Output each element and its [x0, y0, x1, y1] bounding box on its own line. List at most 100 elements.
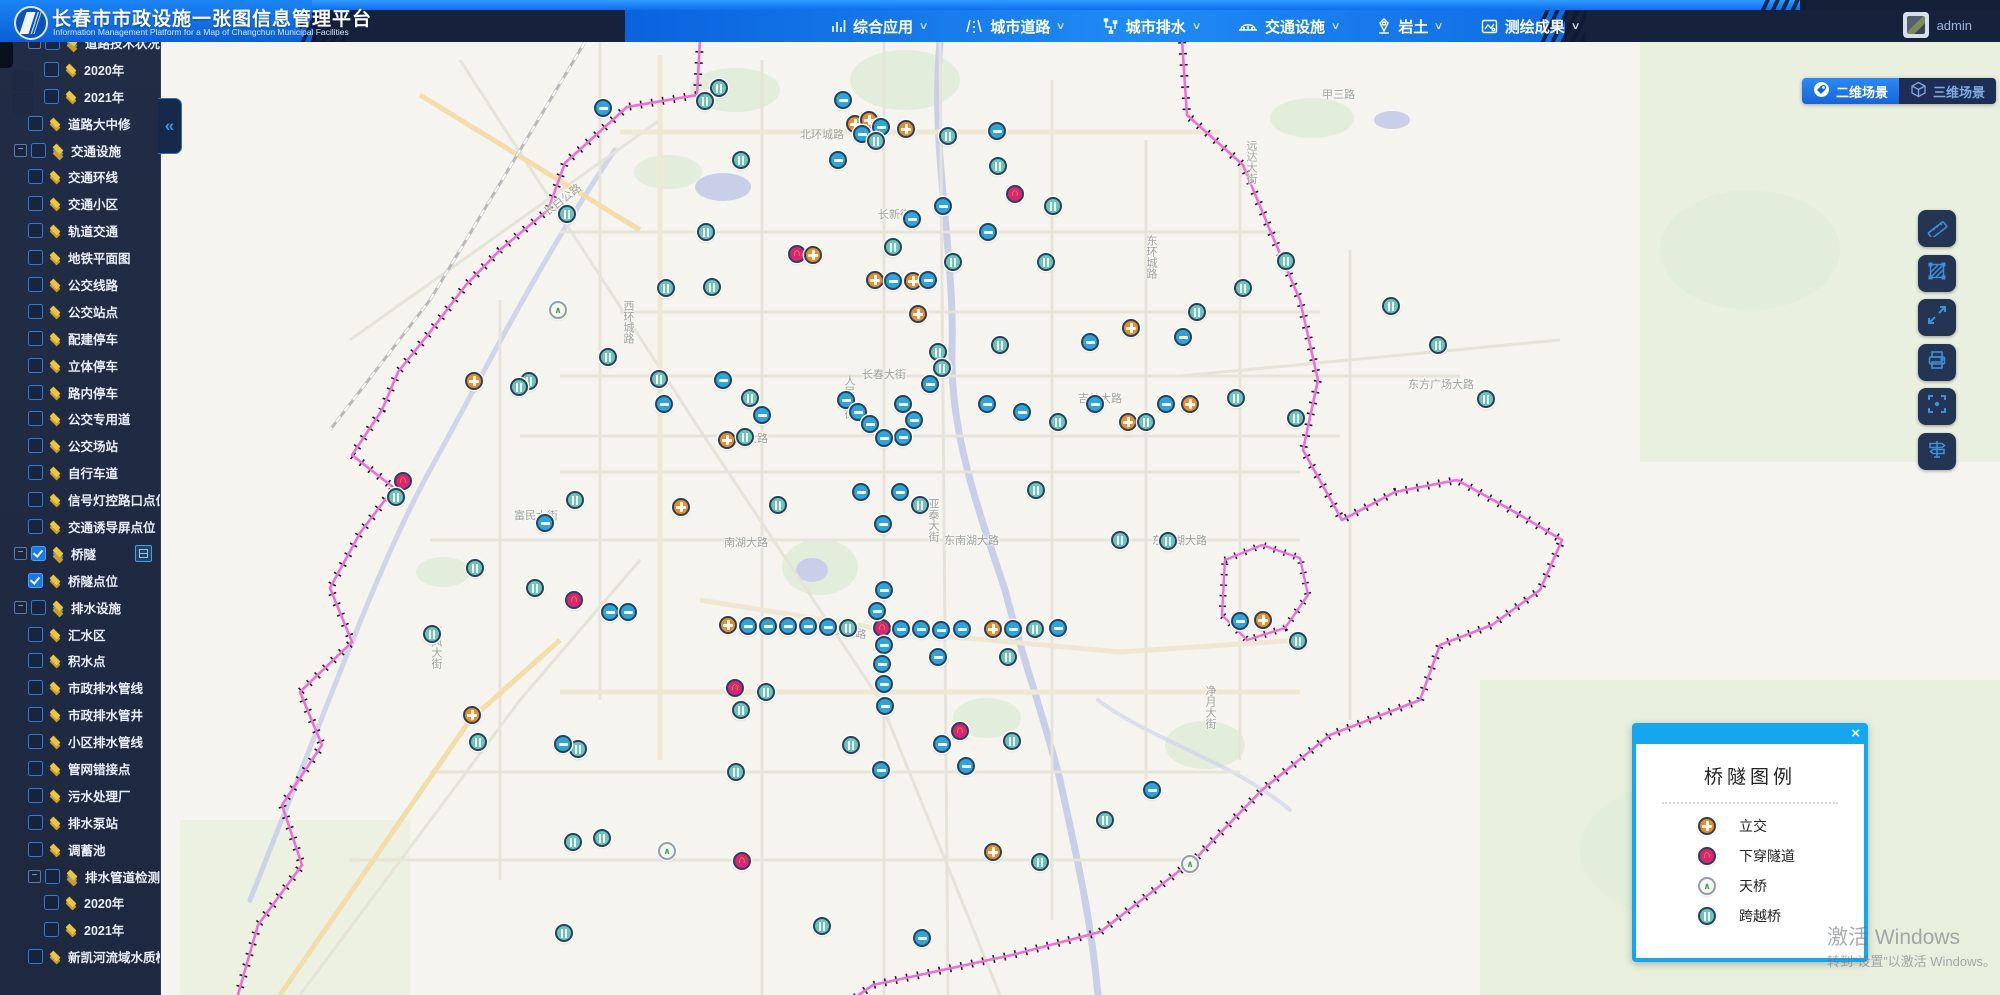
map-marker-riverbridge[interactable]: [929, 648, 947, 666]
map-marker-flyover[interactable]: [672, 498, 690, 516]
map-marker-crossbridge[interactable]: [387, 488, 405, 506]
map-marker-crossbridge[interactable]: [1277, 252, 1295, 270]
map-marker-crossbridge[interactable]: [593, 829, 611, 847]
layer-checkbox[interactable]: [44, 922, 59, 937]
map-marker-riverbridge[interactable]: [978, 395, 996, 413]
map-marker-riverbridge[interactable]: [979, 223, 997, 241]
map-marker-tunnel[interactable]: ∩: [726, 679, 744, 697]
map-marker-riverbridge[interactable]: [714, 371, 732, 389]
nav-item-2[interactable]: 城市道路∨: [965, 16, 1064, 37]
layer-checkbox[interactable]: [28, 492, 43, 507]
locate-button[interactable]: [1918, 388, 1956, 425]
user-box[interactable]: admin: [1903, 12, 1972, 38]
layer-checkbox[interactable]: [28, 734, 43, 749]
map-marker-riverbridge[interactable]: [933, 735, 951, 753]
map-marker-riverbridge[interactable]: [957, 757, 975, 775]
map-marker-crossbridge[interactable]: [710, 79, 728, 97]
map-marker-riverbridge[interactable]: [852, 483, 870, 501]
map-marker-crossbridge[interactable]: [703, 278, 721, 296]
layer-checkbox[interactable]: [28, 196, 43, 211]
map-marker-riverbridge[interactable]: [884, 272, 902, 290]
map-marker-crossbridge[interactable]: [929, 343, 947, 361]
nav-item-4[interactable]: 交通设施∨: [1238, 16, 1339, 37]
map-marker-crossbridge[interactable]: [564, 833, 582, 851]
map-marker-crossbridge[interactable]: [466, 559, 484, 577]
map-marker-flyover[interactable]: [1181, 395, 1199, 413]
tree-item-立体停车[interactable]: 立体停车: [0, 352, 160, 379]
map-marker-riverbridge[interactable]: [601, 603, 619, 621]
map-marker-crossbridge[interactable]: [1382, 297, 1400, 315]
edge-handle[interactable]: [0, 40, 13, 68]
map-marker-riverbridge[interactable]: [861, 415, 879, 433]
map-marker-riverbridge[interactable]: [903, 210, 921, 228]
map-marker-crossbridge[interactable]: [1031, 853, 1049, 871]
map-marker-riverbridge[interactable]: [799, 617, 817, 635]
map-marker-crossbridge[interactable]: [727, 763, 745, 781]
map-marker-riverbridge[interactable]: [1174, 328, 1192, 346]
map-marker-riverbridge[interactable]: [913, 929, 931, 947]
tree-item-2021年[interactable]: 2021年: [0, 83, 160, 110]
map-marker-riverbridge[interactable]: [554, 735, 572, 753]
layer-checkbox[interactable]: [28, 949, 43, 964]
map-marker-crossbridge[interactable]: [1188, 303, 1206, 321]
map-marker-crossbridge[interactable]: [697, 223, 715, 241]
map-marker-tunnel[interactable]: ∩: [565, 591, 583, 609]
map-marker-crossbridge[interactable]: [566, 491, 584, 509]
measure-distance-button[interactable]: [1918, 210, 1956, 247]
tree-item-公交场站[interactable]: 公交场站: [0, 432, 160, 459]
nav-item-6[interactable]: 测绘成果∨: [1481, 16, 1579, 37]
tree-item-小区排水管线[interactable]: 小区排水管线: [0, 728, 160, 755]
collapse-node-icon[interactable]: −: [28, 42, 41, 49]
tree-item-2020年[interactable]: 2020年: [0, 56, 160, 83]
map-marker-crossbridge[interactable]: [989, 157, 1007, 175]
map-marker-riverbridge[interactable]: [892, 620, 910, 638]
map-marker-riverbridge[interactable]: [1081, 333, 1099, 351]
map-marker-flyover[interactable]: [1119, 413, 1137, 431]
map-marker-crossbridge[interactable]: [526, 579, 544, 597]
map-marker-riverbridge[interactable]: [875, 636, 893, 654]
layer-checkbox[interactable]: [28, 331, 43, 346]
layer-checkbox[interactable]: [28, 223, 43, 238]
nav-item-1[interactable]: 综合应用∨: [830, 16, 927, 37]
layer-checkbox[interactable]: [28, 519, 43, 534]
fullscreen-button[interactable]: [1918, 299, 1956, 336]
tree-item-积水点[interactable]: 积水点: [0, 647, 160, 674]
tree-item-轨道交通[interactable]: 轨道交通: [0, 217, 160, 244]
map-marker-crossbridge[interactable]: [1026, 620, 1044, 638]
map-marker-crossbridge[interactable]: [1477, 390, 1495, 408]
tree-item-汇水区[interactable]: 汇水区: [0, 621, 160, 648]
map-marker-crossbridge[interactable]: [1137, 413, 1155, 431]
layer-checkbox[interactable]: [31, 546, 46, 561]
map-marker-crossbridge[interactable]: [1037, 253, 1055, 271]
map-marker-tunnel[interactable]: ∩: [951, 722, 969, 740]
tree-item-排水泵站[interactable]: 排水泵站: [0, 809, 160, 836]
map-marker-footbridge[interactable]: ∧: [1181, 855, 1199, 873]
map-marker-crossbridge[interactable]: [1159, 532, 1177, 550]
layer-checkbox[interactable]: [28, 438, 43, 453]
map-marker-riverbridge[interactable]: [868, 602, 886, 620]
map-marker-riverbridge[interactable]: [753, 406, 771, 424]
map-marker-crossbridge[interactable]: [839, 619, 857, 637]
map-marker-flyover[interactable]: [804, 246, 822, 264]
scene-2d-button[interactable]: 二维场景: [1802, 78, 1899, 104]
map-marker-riverbridge[interactable]: [536, 514, 554, 532]
map-marker-crossbridge[interactable]: [911, 496, 929, 514]
map-marker-tunnel[interactable]: ∩: [873, 619, 891, 637]
map-marker-crossbridge[interactable]: [423, 625, 441, 643]
collapse-node-icon[interactable]: −: [14, 601, 27, 614]
map-marker-tunnel[interactable]: ∩: [1006, 185, 1024, 203]
layer-checkbox[interactable]: [28, 627, 43, 642]
tree-item-信号灯控路口点位[interactable]: 信号灯控路口点位: [0, 486, 160, 513]
tree-item-地铁平面图[interactable]: 地铁平面图: [0, 244, 160, 271]
layer-checkbox[interactable]: [28, 653, 43, 668]
layer-checkbox[interactable]: [28, 169, 43, 184]
layer-checkbox[interactable]: [28, 842, 43, 857]
tree-item-公交专用道[interactable]: 公交专用道: [0, 405, 160, 432]
map-marker-flyover[interactable]: [465, 372, 483, 390]
map-marker-crossbridge[interactable]: [1429, 336, 1447, 354]
map-marker-footbridge[interactable]: ∧: [658, 842, 676, 860]
map-marker-flyover[interactable]: [463, 706, 481, 724]
map-marker-riverbridge[interactable]: [934, 197, 952, 215]
map-marker-crossbridge[interactable]: [1289, 632, 1307, 650]
roadsign-button[interactable]: [1918, 433, 1956, 470]
